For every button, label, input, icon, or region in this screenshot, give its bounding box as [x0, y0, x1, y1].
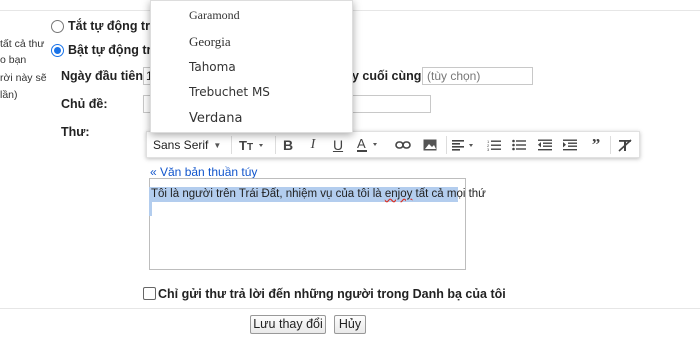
autoreply-off-radio[interactable]	[51, 20, 64, 33]
selection-highlight	[149, 202, 152, 216]
link-icon[interactable]	[393, 135, 413, 155]
bold-icon[interactable]: B	[279, 135, 297, 155]
contacts-only-checkbox[interactable]	[143, 287, 156, 300]
plain-text-link[interactable]: « Văn bản thuần túy	[150, 165, 257, 179]
toolbar-divider	[231, 136, 232, 154]
toolbar-divider	[610, 136, 611, 154]
quote-icon[interactable]: ”	[587, 135, 605, 155]
subject-label: Chủ đề:	[61, 97, 108, 111]
chevron-down-icon: ▼	[213, 140, 222, 150]
text-size-icon[interactable]: TT	[237, 135, 269, 155]
save-button[interactable]: Lưu thay đổi	[250, 315, 326, 334]
first-day-label: Ngày đầu tiên:	[61, 69, 148, 83]
editor-body-text: Tôi là người trên Trái Đất, nhiệm vụ của…	[151, 187, 486, 202]
italic-icon[interactable]: I	[304, 135, 322, 155]
svg-text:3: 3	[487, 147, 490, 151]
toolbar-divider	[275, 136, 276, 154]
indent-less-icon[interactable]	[536, 135, 554, 155]
text-color-icon[interactable]: A	[355, 135, 383, 155]
contacts-only-label[interactable]: Chỉ gửi thư trả lời đến những người tron…	[158, 287, 506, 301]
sidebar-text-4: lần)	[0, 89, 18, 101]
cancel-button[interactable]: Hủy	[334, 315, 366, 334]
font-option-garamond[interactable]: Garamond	[189, 8, 240, 23]
font-select-value: Sans Serif	[153, 138, 209, 152]
formatting-toolbar: Sans Serif ▼ TT B I U A 123 ”	[146, 131, 640, 158]
message-label: Thư:	[61, 125, 90, 139]
last-day-field[interactable]: (tùy chọn)	[422, 67, 533, 85]
underline-icon[interactable]: U	[329, 135, 347, 155]
bottom-divider	[0, 308, 700, 309]
misspelled-word: enjoy	[384, 188, 413, 200]
font-select[interactable]: Sans Serif ▼	[153, 135, 225, 155]
body-text-end: tất cả mọi thứ	[412, 188, 486, 200]
font-option-tahoma[interactable]: Tahoma	[189, 60, 236, 74]
align-icon[interactable]	[451, 135, 479, 155]
last-day-placeholder: (tùy chọn)	[427, 69, 481, 83]
last-day-label: ày cuối cùng:	[345, 69, 426, 83]
toolbar-divider	[446, 136, 447, 154]
sidebar-text-3: rời này sẽ	[0, 72, 47, 84]
sidebar-text-1: tất cả thư	[0, 38, 45, 50]
svg-text:T: T	[239, 138, 247, 152]
sidebar-text-2: o bạn	[0, 54, 27, 66]
numbered-list-icon[interactable]: 123	[485, 135, 503, 155]
font-option-verdana[interactable]: Verdana	[189, 111, 242, 126]
autoreply-on-radio[interactable]	[51, 44, 64, 57]
font-option-georgia[interactable]: Georgia	[189, 34, 231, 50]
subject-field[interactable]	[351, 95, 431, 113]
font-dropdown-menu: Garamond Georgia Tahoma Trebuchet MS Ver…	[150, 0, 353, 133]
font-option-trebuchet[interactable]: Trebuchet MS	[189, 85, 270, 99]
svg-text:T: T	[247, 142, 253, 152]
image-icon[interactable]	[420, 135, 440, 155]
body-text-start: Tôi là người trên Trái Đất, nhiệm vụ của…	[151, 188, 385, 200]
remove-formatting-icon[interactable]	[616, 135, 634, 155]
svg-text:A: A	[357, 137, 366, 151]
indent-more-icon[interactable]	[561, 135, 579, 155]
bulleted-list-icon[interactable]	[510, 135, 528, 155]
